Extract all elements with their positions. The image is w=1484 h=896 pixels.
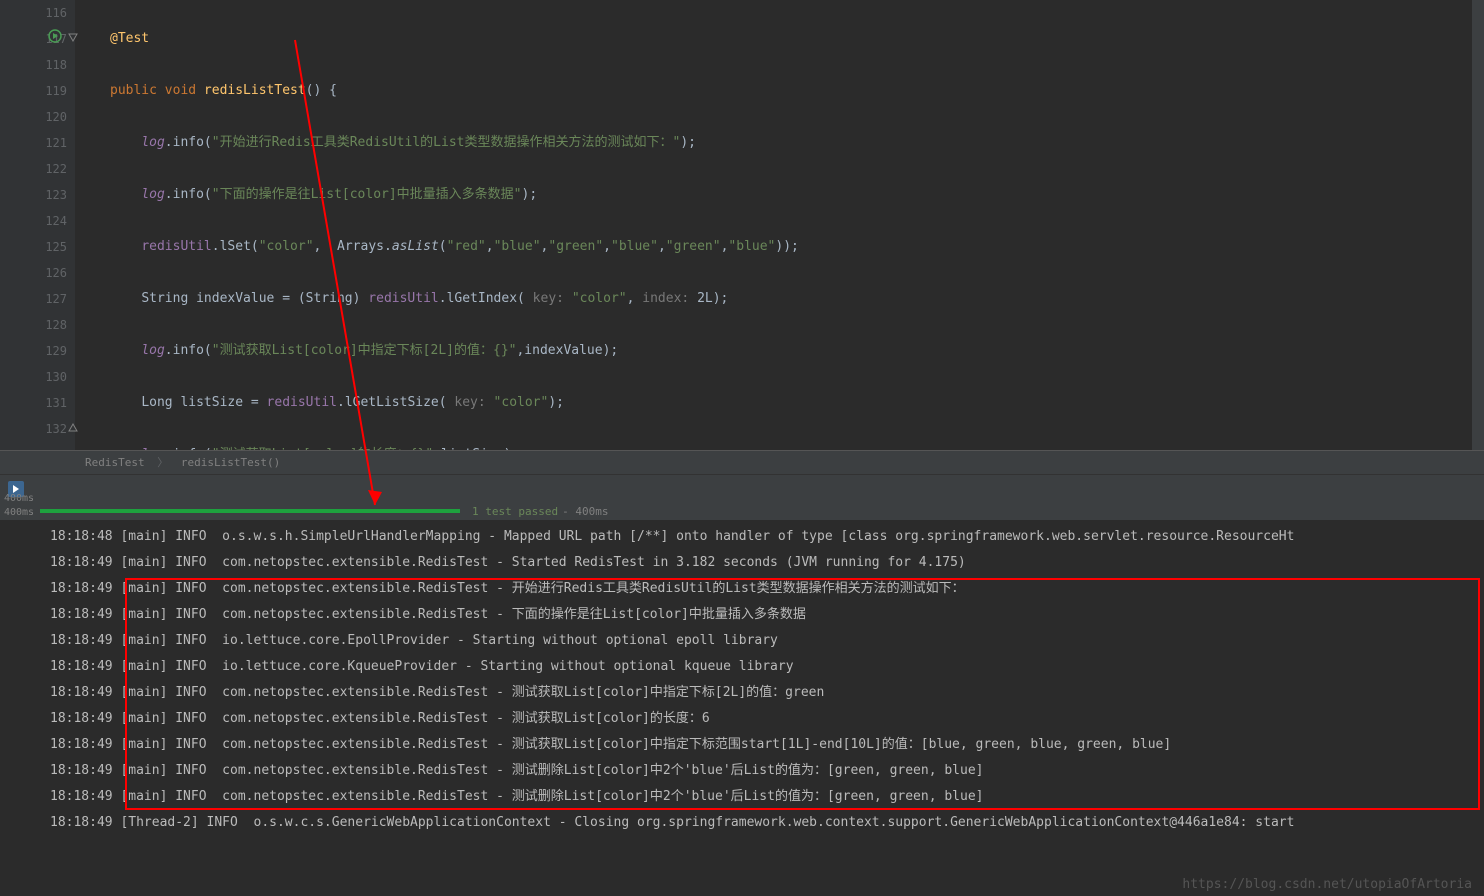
code-editor[interactable]: 116 117 118 119 120 121 122 123 124 125 … (0, 0, 1484, 450)
line-number: 129 (0, 338, 67, 364)
line-number: 124 (0, 208, 67, 234)
string: "green" (548, 239, 603, 254)
console-line: 18:18:49 [main] INFO com.netopstec.exten… (50, 550, 1474, 576)
param-hint: key: (454, 395, 493, 410)
console-line: 18:18:49 [Thread-2] INFO o.s.w.c.s.Gener… (50, 810, 1474, 836)
string: "color" (494, 395, 549, 410)
line-number: 132 (0, 416, 67, 442)
line-number: 123 (0, 182, 67, 208)
string: "color" (572, 291, 627, 306)
code-text: ); (680, 135, 696, 150)
code-text: , Arrays. (314, 239, 392, 254)
time-label: 400ms (0, 506, 38, 520)
code-text: .lGetListSize( (337, 395, 454, 410)
code-text: ( (439, 239, 447, 254)
code-text: , (603, 239, 611, 254)
code-text: .info( (165, 187, 212, 202)
breadcrumb-separator-icon: 〉 (157, 456, 168, 469)
breadcrumb-method[interactable]: redisListTest() (181, 456, 280, 469)
code-text: ); (713, 291, 729, 306)
console-line: 18:18:49 [main] INFO com.netopstec.exten… (50, 784, 1474, 810)
code-text: ,indexValue); (516, 343, 618, 358)
field: log (141, 135, 164, 150)
line-number: 130 (0, 364, 67, 390)
test-progress-bar: 400ms 400ms 1 test passed - 400ms (0, 502, 1484, 520)
console-line: 18:18:49 [main] INFO com.netopstec.exten… (50, 732, 1474, 758)
field: log (141, 187, 164, 202)
code-text: Long listSize = (141, 395, 266, 410)
annotation: @Test (110, 31, 149, 46)
line-number: 128 (0, 312, 67, 338)
field: redisUtil (141, 239, 211, 254)
line-number: 125 (0, 234, 67, 260)
code-text: .info( (165, 447, 212, 450)
console-line: 18:18:49 [main] INFO com.netopstec.exten… (50, 706, 1474, 732)
code-text: 2L (697, 291, 713, 306)
line-number: 119 (0, 78, 67, 104)
param-hint: index: (642, 291, 697, 306)
string: "red" (447, 239, 486, 254)
console-line: 18:18:49 [main] INFO com.netopstec.exten… (50, 758, 1474, 784)
string: "测试获取List[color]的长度：{}" (212, 447, 433, 450)
line-number: 116 (0, 0, 67, 26)
code-text: ,listSize); (433, 447, 519, 450)
string: "下面的操作是往List[color]中批量插入多条数据" (212, 187, 522, 202)
string: "blue" (611, 239, 658, 254)
method-name: redisListTest (204, 83, 306, 98)
breadcrumb[interactable]: RedisTest 〉 redisListTest() (0, 450, 1484, 474)
string: "blue" (494, 239, 541, 254)
code-text: .info( (165, 343, 212, 358)
string: "开始进行Redis工具类RedisUtil的List类型数据操作相关方法的测试… (212, 135, 681, 150)
line-number: 126 (0, 260, 67, 286)
code-text: .lGetIndex( (439, 291, 533, 306)
string: "green" (666, 239, 721, 254)
code-text: )); (775, 239, 798, 254)
code-text: ); (548, 395, 564, 410)
console-line: 18:18:49 [main] INFO com.netopstec.exten… (50, 576, 1474, 602)
code-text: , (658, 239, 666, 254)
code-text: .info( (165, 135, 212, 150)
line-number: 131 (0, 390, 67, 416)
run-toolbar (0, 474, 1484, 502)
code-text: , (486, 239, 494, 254)
breadcrumb-class[interactable]: RedisTest (85, 456, 145, 469)
code-text: .lSet( (212, 239, 259, 254)
code-text: () { (306, 83, 337, 98)
console-line: 18:18:49 [main] INFO com.netopstec.exten… (50, 680, 1474, 706)
console-line: 18:18:49 [main] INFO io.lettuce.core.Epo… (50, 628, 1474, 654)
watermark-text: https://blog.csdn.net/utopiaOfArtoria (1182, 877, 1472, 892)
vertical-scrollbar[interactable] (1472, 0, 1484, 450)
line-number: 120 (0, 104, 67, 130)
param-hint: key: (533, 291, 572, 306)
console-output[interactable]: 18:18:48 [main] INFO o.s.w.s.h.SimpleUrl… (0, 520, 1484, 840)
console-line: 18:18:49 [main] INFO io.lettuce.core.Kqu… (50, 654, 1474, 680)
test-time: - 400ms (562, 505, 608, 518)
field: log (141, 447, 164, 450)
field: redisUtil (267, 395, 337, 410)
string: "color" (259, 239, 314, 254)
progress-track (40, 509, 460, 513)
field: redisUtil (368, 291, 438, 306)
line-number: 127 (0, 286, 67, 312)
static-method: asList (392, 239, 439, 254)
run-test-icon[interactable] (48, 29, 62, 43)
console-line: 18:18:49 [main] INFO com.netopstec.exten… (50, 602, 1474, 628)
line-gutter: 116 117 118 119 120 121 122 123 124 125 … (0, 0, 75, 450)
field: log (141, 343, 164, 358)
console-line: 18:18:48 [main] INFO o.s.w.s.h.SimpleUrl… (50, 524, 1474, 550)
line-number: 122 (0, 156, 67, 182)
keyword: public void (110, 83, 204, 98)
line-number: 121 (0, 130, 67, 156)
time-label: 400ms (0, 492, 38, 506)
string: "测试获取List[color]中指定下标[2L]的值：{}" (212, 343, 517, 358)
code-text: , (627, 291, 643, 306)
test-status: 1 test passed (472, 505, 558, 518)
code-text: String indexValue = (String) (141, 291, 368, 306)
code-text: ); (522, 187, 538, 202)
string: "blue" (728, 239, 775, 254)
line-number: 118 (0, 52, 67, 78)
code-content[interactable]: @Test public void redisListTest() { log.… (75, 0, 1484, 450)
